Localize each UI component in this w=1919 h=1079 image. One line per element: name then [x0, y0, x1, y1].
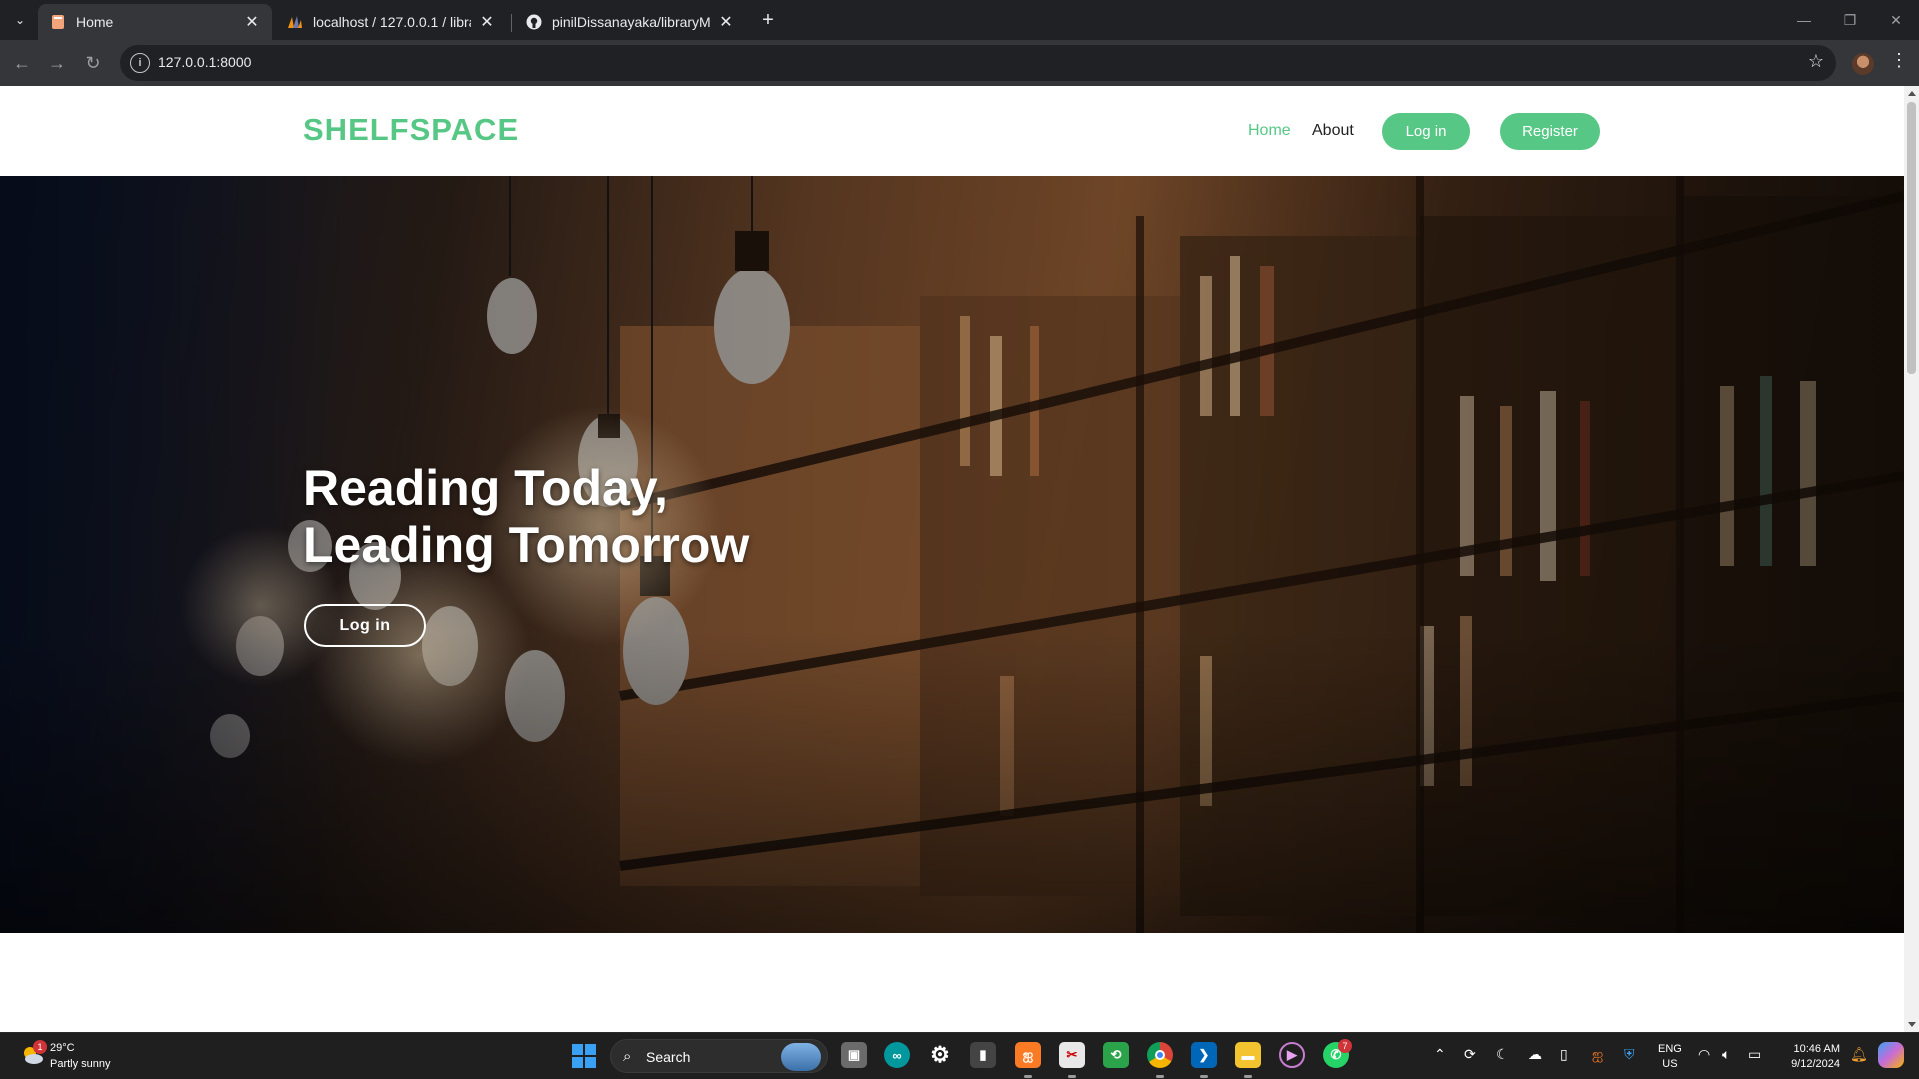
language-region: US: [1662, 1058, 1678, 1070]
site-info-icon[interactable]: i: [130, 53, 150, 73]
whatsapp-badge: 7: [1338, 1039, 1352, 1053]
nav-login-button[interactable]: Log in: [1382, 113, 1470, 150]
new-tab-button[interactable]: +: [756, 8, 780, 32]
xampp-icon[interactable]: ஐ: [1015, 1042, 1041, 1068]
running-indicator: [1156, 1075, 1164, 1078]
running-indicator: [1244, 1075, 1252, 1078]
system-clock[interactable]: 10:46 AM 9/12/2024: [1776, 1042, 1840, 1072]
vscode-icon[interactable]: ❯: [1191, 1042, 1217, 1068]
wifi-icon[interactable]: ◠: [1698, 1046, 1710, 1063]
battery-icon[interactable]: ▭: [1748, 1046, 1761, 1063]
page-viewport: SHELFSPACE Home About Log in Register Re…: [0, 86, 1904, 1032]
hero-title-line1: Reading Today,: [303, 460, 668, 516]
page-favicon-icon: [50, 14, 66, 30]
weather-badge: 1: [33, 1040, 47, 1054]
search-highlight-image: [781, 1043, 821, 1071]
moon-icon[interactable]: ☾: [1496, 1046, 1509, 1063]
volume-icon[interactable]: 🔈︎: [1722, 1046, 1730, 1063]
bookmark-star-icon[interactable]: ☆: [1808, 51, 1824, 72]
tab-home[interactable]: Home ✕: [38, 4, 272, 40]
forward-arrow-icon[interactable]: →: [43, 49, 71, 77]
phpmyadmin-icon: [287, 14, 303, 30]
sync-icon[interactable]: ⟳: [1464, 1046, 1476, 1063]
chrome-icon[interactable]: [1147, 1042, 1173, 1068]
site-navbar: SHELFSPACE Home About Log in Register: [0, 86, 1904, 176]
defender-shield-icon[interactable]: ⛨: [1624, 1046, 1635, 1063]
taskbar-search-box[interactable]: ⌕ Search: [610, 1039, 828, 1073]
copilot-icon[interactable]: [1878, 1042, 1904, 1068]
close-window-button[interactable]: ✕: [1873, 0, 1919, 40]
show-hidden-icons-chevron-icon[interactable]: ⌃: [1434, 1046, 1446, 1063]
tab-strip: ⌄ Home ✕ localhost / 127.0.0.1 / library…: [0, 0, 1919, 40]
tab-title: pinilDissanayaka/libraryManage: [552, 14, 710, 30]
windows-taskbar: 1 29°C Partly sunny ⌕ Search ▣ ∞ ⚙ ▮ ஐ ✂…: [0, 1032, 1919, 1079]
hero-title: Reading Today, Leading Tomorrow: [303, 460, 749, 574]
profile-avatar[interactable]: [1852, 53, 1874, 75]
hero-section: Reading Today, Leading Tomorrow Log in: [0, 176, 1904, 933]
tab-phpmyadmin[interactable]: localhost / 127.0.0.1 / libraryma ✕: [275, 4, 507, 40]
settings-icon[interactable]: ⚙: [927, 1042, 953, 1068]
close-icon[interactable]: ✕: [479, 12, 495, 32]
tab-title: localhost / 127.0.0.1 / libraryma: [313, 14, 471, 30]
media-player-icon[interactable]: ▶: [1279, 1042, 1305, 1068]
notification-bell-icon[interactable]: 🔔︎: [1850, 1046, 1868, 1063]
file-explorer-icon[interactable]: ▬: [1235, 1042, 1261, 1068]
browser-toolbar: ← → ↻ i 127.0.0.1:8000 ☆: [0, 40, 1919, 86]
reload-icon[interactable]: ↻: [79, 49, 107, 77]
clock-time: 10:46 AM: [1793, 1043, 1840, 1055]
running-indicator: [1068, 1075, 1076, 1078]
tab-github[interactable]: pinilDissanayaka/libraryManage ✕: [514, 4, 746, 40]
search-icon: ⌕: [623, 1048, 632, 1065]
tab-divider: [511, 14, 512, 32]
url-text[interactable]: 127.0.0.1:8000: [158, 54, 251, 70]
github-icon: [526, 14, 542, 30]
task-view-icon[interactable]: ▣: [841, 1042, 867, 1068]
snipping-tool-icon[interactable]: ✂: [1059, 1042, 1085, 1068]
taskbar-search-label: Search: [646, 1049, 691, 1065]
cloud-offline-icon[interactable]: ☁: [1528, 1046, 1542, 1063]
terminal-icon[interactable]: ▮: [970, 1042, 996, 1068]
usb-icon[interactable]: ▯: [1560, 1046, 1568, 1063]
nav-register-button[interactable]: Register: [1500, 113, 1600, 150]
hero-title-line2: Leading Tomorrow: [303, 517, 750, 573]
language-indicator[interactable]: ENG US: [1658, 1042, 1682, 1072]
clock-date: 9/12/2024: [1791, 1058, 1840, 1070]
scroll-up-arrow-icon[interactable]: [1908, 91, 1916, 96]
tab-search-icon[interactable]: ⌄: [8, 8, 32, 32]
close-icon[interactable]: ✕: [718, 12, 734, 32]
start-windows-icon[interactable]: [572, 1044, 596, 1068]
tab-title: Home: [76, 14, 114, 30]
restore-button[interactable]: ❐: [1827, 0, 1873, 40]
library-background-image: [0, 176, 1904, 933]
close-icon[interactable]: ✕: [244, 12, 260, 32]
browser-menu-icon[interactable]: ⋮: [1890, 50, 1908, 71]
language-code: ENG: [1658, 1043, 1682, 1055]
nav-home-link[interactable]: Home: [1248, 122, 1291, 140]
minimize-button[interactable]: —: [1781, 0, 1827, 40]
xampp-tray-icon[interactable]: ஐ: [1592, 1046, 1603, 1065]
nav-about-link[interactable]: About: [1312, 122, 1354, 140]
page-scrollbar[interactable]: [1904, 86, 1919, 1032]
hero-login-button[interactable]: Log in: [304, 604, 426, 647]
back-arrow-icon[interactable]: ←: [8, 49, 36, 77]
scroll-down-arrow-icon[interactable]: [1908, 1022, 1916, 1027]
address-bar[interactable]: i 127.0.0.1:8000 ☆: [120, 45, 1836, 81]
brand-logo[interactable]: SHELFSPACE: [303, 112, 519, 148]
qr-app-icon[interactable]: ⟲: [1103, 1042, 1129, 1068]
weather-temp: 29°C: [50, 1042, 75, 1054]
weather-desc: Partly sunny: [50, 1058, 111, 1070]
arduino-icon[interactable]: ∞: [884, 1042, 910, 1068]
running-indicator: [1024, 1075, 1032, 1078]
scrollbar-thumb[interactable]: [1907, 102, 1916, 374]
running-indicator: [1200, 1075, 1208, 1078]
